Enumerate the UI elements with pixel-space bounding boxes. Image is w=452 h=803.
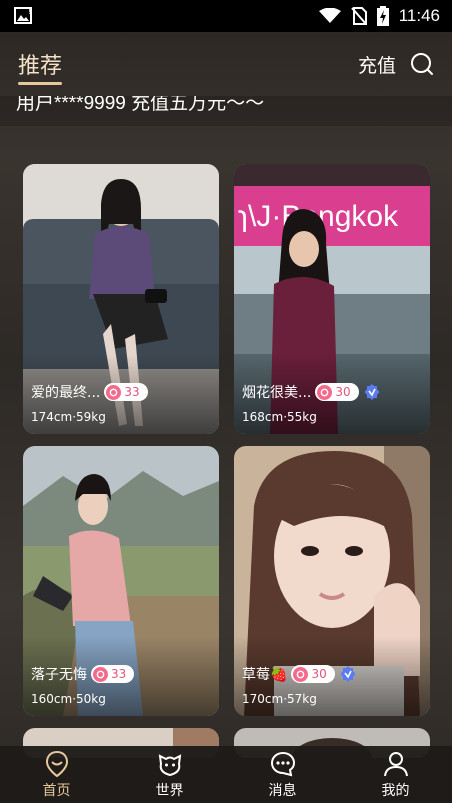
verified-icon: [340, 666, 356, 682]
nav-home-label: 首页: [42, 782, 71, 799]
tab-recommend[interactable]: 推荐: [18, 48, 63, 85]
profile-card[interactable]: 草莓🍓 30 170cm·57kg: [234, 446, 430, 716]
profile-stats: 168cm·55kg: [242, 410, 317, 424]
profile-card[interactable]: 落子无悔 33 160cm·50kg: [23, 446, 219, 716]
wifi-icon: [318, 8, 341, 23]
message-icon: [270, 751, 295, 776]
nav-mine[interactable]: 我的: [351, 750, 441, 800]
profile-name: 草莓🍓: [242, 667, 288, 683]
image-notification-icon: !: [14, 7, 32, 24]
profile-name: 烟花很美...: [242, 385, 312, 401]
status-bar: ! 11:46: [0, 0, 452, 32]
nav-world-label: 世界: [155, 782, 184, 799]
bottom-nav: 首页 世界 消息 我的: [0, 746, 452, 803]
level-value: 30: [311, 667, 327, 681]
level-badge: 30: [291, 665, 335, 683]
profile-card[interactable]: 爱的最终... 33 174cm·59kg: [23, 164, 219, 434]
profile-stats: 174cm·59kg: [31, 410, 106, 424]
nav-mine-label: 我的: [381, 782, 410, 799]
profile-name: 落子无悔: [31, 667, 87, 683]
profile-stats: 170cm·57kg: [242, 692, 317, 706]
verified-icon: [364, 384, 380, 400]
level-badge: 33: [91, 665, 135, 683]
nav-world[interactable]: 世界: [125, 750, 215, 800]
app-root: ! 11:46 推荐 充值 用户****9999 充值五万元〜〜 爱的最终...…: [0, 0, 452, 803]
level-value: 30: [335, 385, 351, 399]
level-value: 33: [124, 385, 140, 399]
notice-text: 用户****9999 充值五万元〜〜: [16, 96, 265, 114]
nav-home[interactable]: 首页: [12, 750, 102, 800]
heart-chat-icon: [93, 666, 108, 682]
notice-banner: 用户****9999 充值五万元〜〜: [0, 96, 452, 126]
user-icon: [383, 751, 408, 776]
heart-chat-icon: [293, 666, 309, 682]
level-badge: 33: [104, 383, 148, 401]
nav-messages[interactable]: 消息: [238, 750, 328, 800]
top-header: 推荐 充值: [0, 32, 452, 96]
profile-name: 爱的最终...: [31, 385, 101, 401]
search-icon[interactable]: [410, 52, 434, 76]
home-icon: [45, 750, 68, 777]
level-value: 33: [111, 667, 127, 681]
profile-card[interactable]: ɿ\J·Bangkok 烟花很美... 30 168cm·55kg: [234, 164, 430, 434]
svg-text:!: !: [28, 8, 31, 16]
nav-messages-label: 消息: [268, 782, 297, 799]
status-time: 11:46: [398, 6, 440, 25]
no-sim-icon: [350, 7, 367, 25]
heart-chat-icon: [106, 384, 122, 400]
level-badge: 30: [315, 383, 359, 401]
world-icon: [158, 753, 181, 776]
battery-charging-icon: [376, 6, 389, 26]
heart-chat-icon: [317, 384, 333, 400]
recharge-button[interactable]: 充值: [358, 51, 396, 78]
profile-stats: 160cm·50kg: [31, 692, 106, 706]
